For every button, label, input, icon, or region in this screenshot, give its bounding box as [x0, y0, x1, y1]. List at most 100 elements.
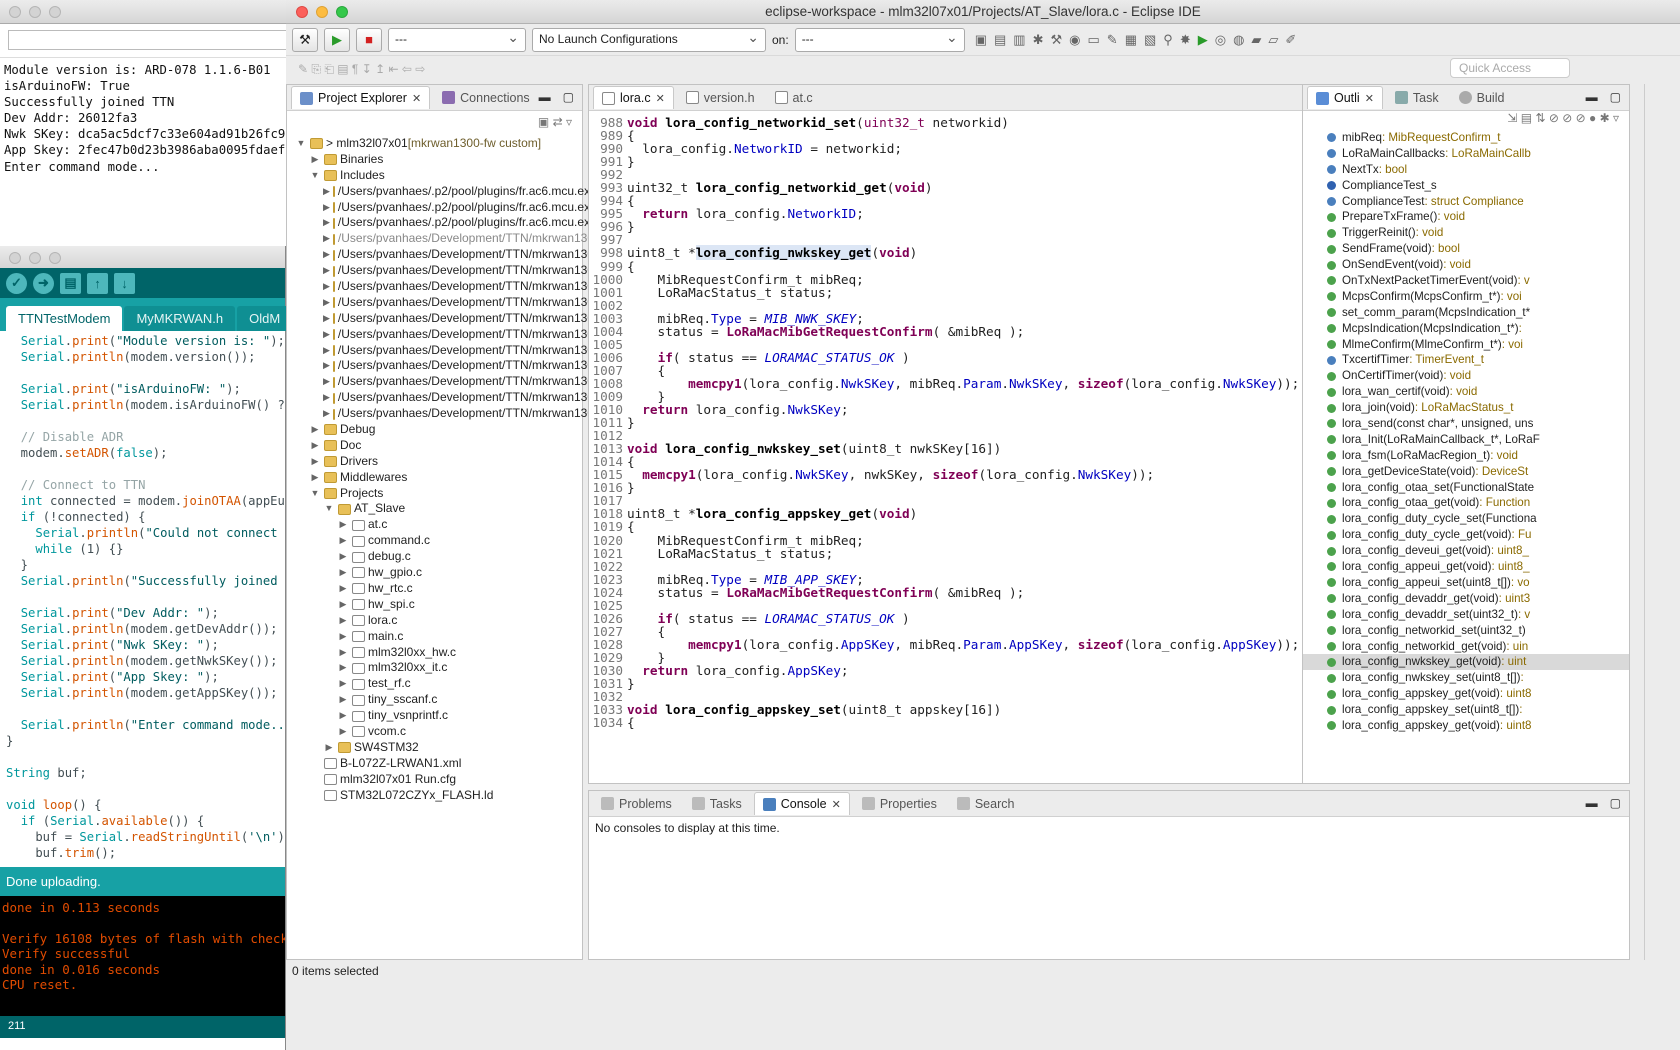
outline-item[interactable]: lora_config_appskey_get(void) : uint8 [1303, 718, 1629, 734]
twisty-icon[interactable]: ▶ [337, 660, 349, 676]
zoom-window-button[interactable] [336, 6, 348, 18]
outline-item[interactable]: lora_config_appskey_get(void) : uint8 [1303, 686, 1629, 702]
tree-include-path[interactable]: ▶ /Users/pvanhaes/Development/TTN/mkrwan1… [287, 295, 605, 311]
twisty-icon[interactable]: ▶ [323, 184, 330, 200]
outline-item[interactable]: lora_config_appeui_get(void) : uint8_ [1303, 559, 1629, 575]
tab-version-h[interactable]: version.h [678, 87, 763, 109]
tree-source-file[interactable]: ▶ tiny_sscanf.c [287, 692, 582, 708]
twisty-icon[interactable]: ▶ [337, 533, 349, 549]
tree-file[interactable]: B-L072Z-LRWAN1.xml [287, 756, 582, 772]
tree-source-file[interactable]: ▶ tiny_vsnprintf.c [287, 708, 582, 724]
outline-item[interactable]: lora_config_duty_cycle_set(Functiona [1303, 511, 1629, 527]
tree-source-file[interactable]: ▶ command.c [287, 533, 582, 549]
tab-oldm[interactable]: OldM [237, 306, 293, 331]
twisty-icon[interactable]: ▶ [309, 152, 321, 168]
twisty-icon[interactable]: ▶ [309, 422, 321, 438]
tab-project-explorer[interactable]: Project Explorer ✕ [291, 86, 431, 109]
tab-tasks[interactable]: Task [1387, 87, 1447, 109]
tab-properties[interactable]: Properties [854, 793, 945, 815]
outline-item[interactable]: MlmeConfirm(MlmeConfirm_t*) : voi [1303, 337, 1629, 353]
quick-access-input[interactable]: Quick Access [1450, 58, 1570, 78]
tree-folder[interactable]: ▶ Doc [287, 438, 582, 454]
tree-include-path[interactable]: ▶ /Users/pvanhaes/Development/TTN/mkrwan1… [287, 247, 605, 263]
twisty-icon[interactable]: ▶ [323, 740, 335, 756]
tree-source-file[interactable]: ▶ lora.c [287, 613, 582, 629]
tree-source-file[interactable]: ▶ debug.c [287, 549, 582, 565]
tree-sw4stm32[interactable]: ▶ SW4STM32 [287, 740, 582, 756]
outline-item[interactable]: NextTx : bool [1303, 162, 1629, 178]
outline-item[interactable]: mibReq : MibRequestConfirm_t [1303, 130, 1629, 146]
outline-item[interactable]: lora_join(void) : LoRaMacStatus_t [1303, 400, 1629, 416]
close-window-button[interactable] [296, 6, 308, 18]
twisty-icon[interactable]: ▶ [309, 454, 321, 470]
tree-include-path[interactable]: ▶ /Users/pvanhaes/Development/TTN/mkrwan1… [287, 231, 605, 247]
twisty-icon[interactable]: ▶ [323, 358, 330, 374]
tree-source-file[interactable]: ▶ vcom.c [287, 724, 582, 740]
twisty-icon[interactable]: ▶ [309, 438, 321, 454]
launch-config-select[interactable]: No Launch Configurations [532, 27, 766, 52]
outline-item[interactable]: lora_Init(LoRaMainCallback_t*, LoRaF [1303, 432, 1629, 448]
twisty-icon[interactable]: ▼ [309, 168, 321, 184]
tree-folder[interactable]: ▶ Middlewares [287, 470, 582, 486]
twisty-icon[interactable]: ▶ [323, 295, 330, 311]
outline-item[interactable]: set_comm_param(McpsIndication_t* [1303, 305, 1629, 321]
tree-include-path[interactable]: ▶ /Users/pvanhaes/Development/TTN/mkrwan1… [287, 358, 605, 374]
outline-item[interactable]: OnCertifTimer(void) : void [1303, 368, 1629, 384]
outline-item[interactable]: lora_config_duty_cycle_get(void) : Fu [1303, 527, 1629, 543]
twisty-icon[interactable]: ▶ [323, 327, 330, 343]
perspective-trim[interactable] [1644, 84, 1680, 960]
tab-at-c[interactable]: at.c [767, 87, 821, 109]
new-sketch-icon[interactable]: ▤ [60, 272, 81, 294]
tree-source-file[interactable]: ▶ hw_gpio.c [287, 565, 582, 581]
tree-source-file[interactable]: ▶ test_rf.c [287, 676, 582, 692]
tab-connections[interactable]: Connections [434, 87, 538, 109]
outline-item[interactable]: SendFrame(void) : bool [1303, 241, 1629, 257]
twisty-icon[interactable]: ▶ [323, 311, 330, 327]
minimize-icon[interactable]: ▬ [1586, 796, 1598, 810]
launch-mode-select[interactable]: --- [388, 27, 526, 52]
tree-source-file[interactable]: ▶ main.c [287, 629, 582, 645]
twisty-icon[interactable]: ▶ [323, 390, 330, 406]
tree-include-path[interactable]: ▶ /Users/pvanhaes/Development/TTN/mkrwan1… [287, 406, 605, 422]
minimize-window-button[interactable] [316, 6, 328, 18]
twisty-icon[interactable]: ▶ [323, 231, 330, 247]
open-sketch-icon[interactable]: ↑ [87, 272, 108, 294]
tree-source-file[interactable]: ▶ hw_rtc.c [287, 581, 582, 597]
outline-item[interactable]: lora_config_nwkskey_get(void) : uint [1303, 654, 1629, 671]
twisty-icon[interactable]: ▶ [337, 549, 349, 565]
tree-folder[interactable]: ▶ Drivers [287, 454, 582, 470]
tree-include-path[interactable]: ▶ /Users/pvanhaes/Development/TTN/mkrwan1… [287, 343, 605, 359]
twisty-icon[interactable]: ▶ [323, 247, 330, 263]
twisty-icon[interactable]: ▶ [337, 645, 349, 661]
outline-item[interactable]: lora_config_devaddr_get(void) : uint3 [1303, 591, 1629, 607]
tab-outline[interactable]: Outli ✕ [1307, 86, 1383, 109]
outline-item[interactable]: lora_send(const char*, unsigned, uns [1303, 416, 1629, 432]
outline-item[interactable]: McpsConfirm(McpsConfirm_t*) : voi [1303, 289, 1629, 305]
tree-folder[interactable]: ▶ Debug [287, 422, 582, 438]
outline-item[interactable]: TxcertifTimer : TimerEvent_t [1303, 352, 1629, 368]
close-icon[interactable]: ✕ [832, 798, 841, 811]
save-sketch-icon[interactable]: ↓ [114, 272, 135, 294]
outline-item[interactable]: PrepareTxFrame() : void [1303, 209, 1629, 225]
twisty-icon[interactable]: ▶ [337, 581, 349, 597]
twisty-icon[interactable]: ▶ [337, 629, 349, 645]
outline-item[interactable]: lora_config_appeui_set(uint8_t[]) : vo [1303, 575, 1629, 591]
maximize-icon[interactable]: ▢ [1610, 90, 1621, 104]
toolbar-icons[interactable]: ▣ ▤ ▥ ✱ ⚒ ◉ ▭ ✎ ▦ ▧ ⚲ ✸ ▶ ◎ ◍ ▰ ▱ ✐ [975, 32, 1297, 48]
twisty-icon[interactable]: ▶ [323, 343, 330, 359]
outline-item[interactable]: OnTxNextPacketTimerEvent(void) : v [1303, 273, 1629, 289]
tab-problems[interactable]: Problems [593, 793, 680, 815]
outline-item[interactable]: lora_fsm(LoRaMacRegion_t) : void [1303, 448, 1629, 464]
nav-icons[interactable]: ✎ ⎘ ⎗ ▤ ¶ ↧ ↥ ⇤ ⇦ ⇨ [298, 62, 425, 77]
build-hammer-icon[interactable]: ⚒ [292, 27, 318, 52]
twisty-icon[interactable]: ▶ [337, 676, 349, 692]
maximize-icon[interactable]: ▢ [563, 90, 574, 104]
upload-icon[interactable]: ➜ [33, 272, 54, 294]
outline-item[interactable]: lora_config_otaa_set(FunctionalState [1303, 480, 1629, 496]
twisty-icon[interactable]: ▶ [323, 279, 330, 295]
outline-item[interactable]: LoRaMainCallbacks : LoRaMainCallb [1303, 146, 1629, 162]
tree-binaries[interactable]: ▶ Binaries [287, 152, 582, 168]
outline-item[interactable]: TriggerReinit() : void [1303, 225, 1629, 241]
minimize-icon[interactable]: ▬ [539, 90, 551, 104]
twisty-icon[interactable]: ▶ [323, 374, 330, 390]
